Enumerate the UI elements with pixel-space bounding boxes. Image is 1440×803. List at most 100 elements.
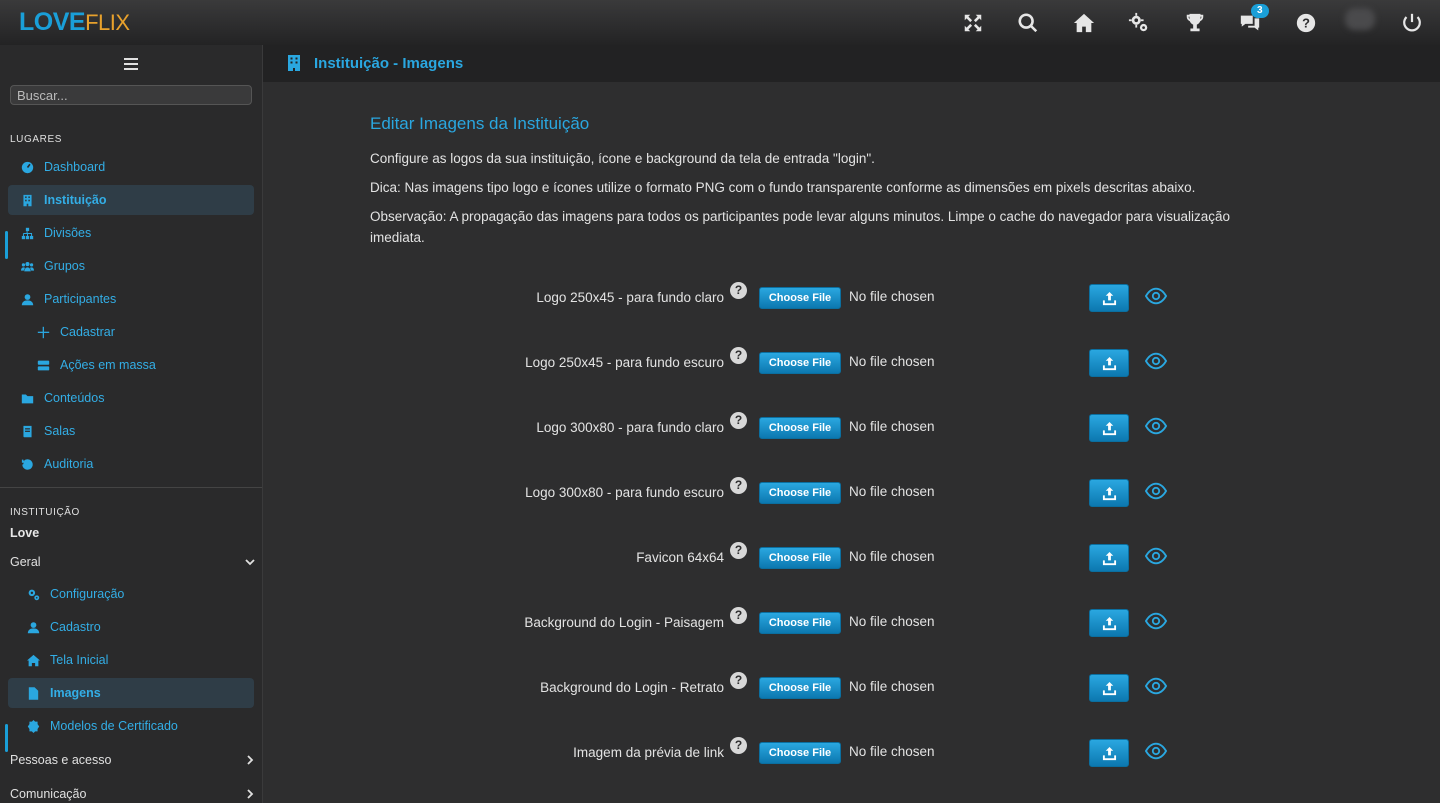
image-field-label: Background do Login - Retrato [540, 680, 724, 695]
sidebar-item-auditoria[interactable]: Auditoria [8, 449, 254, 479]
sidebar-item-grupos[interactable]: Grupos [8, 251, 254, 281]
image-field-label: Logo 300x80 - para fundo escuro [525, 485, 724, 500]
upload-button[interactable] [1089, 739, 1129, 767]
upload-button[interactable] [1089, 609, 1129, 637]
sidebar-item-instituicao[interactable]: Instituição [8, 185, 254, 215]
eye-icon[interactable] [1145, 417, 1167, 435]
sidebar-item-conteudos[interactable]: Conteúdos [8, 383, 254, 413]
upload-button[interactable] [1089, 349, 1129, 377]
help-icon[interactable]: ? [1293, 10, 1319, 36]
file-status: No file chosen [849, 549, 935, 564]
eye-icon[interactable] [1145, 742, 1167, 760]
group-geral[interactable]: Geral [10, 552, 256, 572]
help-icon[interactable]: ? [730, 542, 747, 559]
image-upload-row: Logo 250x45 - para fundo escuro? Choose F… [263, 347, 1440, 377]
sidebar-item-salas[interactable]: Salas [8, 416, 254, 446]
upload-button[interactable] [1089, 544, 1129, 572]
eye-icon[interactable] [1145, 677, 1167, 695]
upload-button[interactable] [1089, 674, 1129, 702]
settings-icon[interactable] [1126, 10, 1152, 36]
sidebar-divider [0, 487, 262, 488]
upload-button[interactable] [1089, 284, 1129, 312]
sidebar-item-configuracao[interactable]: Configuração [8, 579, 254, 609]
search-icon[interactable] [1015, 10, 1041, 36]
choose-file-button[interactable]: Choose File [759, 677, 841, 699]
file-status: No file chosen [849, 484, 935, 499]
sidebar-item-imagens[interactable]: Imagens [8, 678, 254, 708]
svg-text:?: ? [1302, 16, 1310, 31]
choose-file-button[interactable]: Choose File [759, 547, 841, 569]
eye-icon[interactable] [1145, 547, 1167, 565]
sidebar-item-participantes[interactable]: Participantes [8, 284, 254, 314]
image-upload-row: Background do Login - Retrato? Choose Fil… [263, 672, 1440, 702]
chevron-down-icon [245, 559, 255, 566]
help-icon[interactable]: ? [730, 477, 747, 494]
certificate-icon [26, 719, 40, 733]
upload-button[interactable] [1089, 479, 1129, 507]
choose-file-button[interactable]: Choose File [759, 742, 841, 764]
chevron-right-icon [247, 755, 254, 765]
search-input[interactable] [10, 85, 252, 105]
app-logo[interactable]: LOVEFLIX [19, 8, 130, 37]
home-icon[interactable] [1071, 10, 1097, 36]
file-status: No file chosen [849, 354, 935, 369]
eye-icon[interactable] [1145, 612, 1167, 630]
sidebar-item-label: Conteúdos [44, 391, 105, 405]
eye-icon[interactable] [1145, 482, 1167, 500]
sidebar-item-cadastrar[interactable]: Cadastrar [8, 317, 254, 347]
sidebar-item-divisoes[interactable]: Divisões [8, 218, 254, 248]
help-icon[interactable]: ? [730, 347, 747, 364]
note-text: Observação: A propagação das imagens par… [370, 209, 1231, 245]
help-icon[interactable]: ? [730, 672, 747, 689]
menu-toggle-icon[interactable] [124, 58, 138, 70]
fullscreen-icon[interactable] [960, 10, 986, 36]
building-icon [288, 55, 300, 71]
upload-icon [1102, 486, 1116, 500]
group-comunicacao-label: Comunicação [10, 787, 87, 801]
choose-file-button[interactable]: Choose File [759, 352, 841, 374]
help-icon[interactable]: ? [730, 607, 747, 624]
sidebar-item-tela-inicial[interactable]: Tela Inicial [8, 645, 254, 675]
file-icon [26, 686, 40, 700]
file-status: No file chosen [849, 679, 935, 694]
avatar[interactable] [1345, 8, 1375, 30]
image-upload-row: Logo 300x80 - para fundo claro? Choose Fi… [263, 412, 1440, 442]
image-upload-row: Background do Login - Paisagem? Choose Fi… [263, 607, 1440, 637]
upload-icon [1102, 746, 1116, 760]
power-icon[interactable] [1399, 10, 1425, 36]
section-heading: Editar Imagens da Instituição [370, 114, 590, 133]
trophy-icon[interactable] [1182, 10, 1208, 36]
upload-icon [1102, 681, 1116, 695]
logo-love: LOVE [19, 8, 86, 36]
choose-file-button[interactable]: Choose File [759, 287, 841, 309]
help-icon[interactable]: ? [730, 282, 747, 299]
choose-file-button[interactable]: Choose File [759, 482, 841, 504]
file-status: No file chosen [849, 614, 935, 629]
choose-file-button[interactable]: Choose File [759, 612, 841, 634]
image-upload-row: Imagem da prévia de link? Choose File No f… [263, 737, 1440, 767]
upload-icon [1102, 421, 1116, 435]
help-icon[interactable]: ? [730, 737, 747, 754]
help-icon[interactable]: ? [730, 412, 747, 429]
file-status: No file chosen [849, 744, 935, 759]
eye-icon[interactable] [1145, 352, 1167, 370]
folder-icon [20, 391, 34, 405]
sidebar-item-label: Instituição [44, 193, 107, 207]
sidebar-item-acoes-em-massa[interactable]: Ações em massa [8, 350, 254, 380]
sidebar-item-label: Tela Inicial [50, 653, 109, 667]
home-icon [26, 653, 40, 667]
group-pessoas-label: Pessoas e acesso [10, 753, 112, 767]
image-upload-row: Logo 300x80 - para fundo escuro? Choose F… [263, 477, 1440, 507]
choose-file-button[interactable]: Choose File [759, 417, 841, 439]
sidebar-item-modelos-de-certificado[interactable]: Modelos de Certificado [8, 711, 254, 741]
sidebar-item-cadastro[interactable]: Cadastro [8, 612, 254, 642]
image-upload-row: Logo 250x45 - para fundo claro? Choose Fi… [263, 282, 1440, 312]
group-pessoas-e-acesso[interactable]: Pessoas e acesso [10, 750, 256, 770]
chat-icon[interactable]: 3 [1237, 4, 1269, 36]
upload-button[interactable] [1089, 414, 1129, 442]
section-title-places: LUGARES [10, 134, 62, 145]
eye-icon[interactable] [1145, 287, 1167, 305]
sidebar-item-dashboard[interactable]: Dashboard [8, 152, 254, 182]
group-comunicacao[interactable]: Comunicação [10, 784, 256, 803]
image-field-label: Logo 250x45 - para fundo escuro [525, 355, 724, 370]
